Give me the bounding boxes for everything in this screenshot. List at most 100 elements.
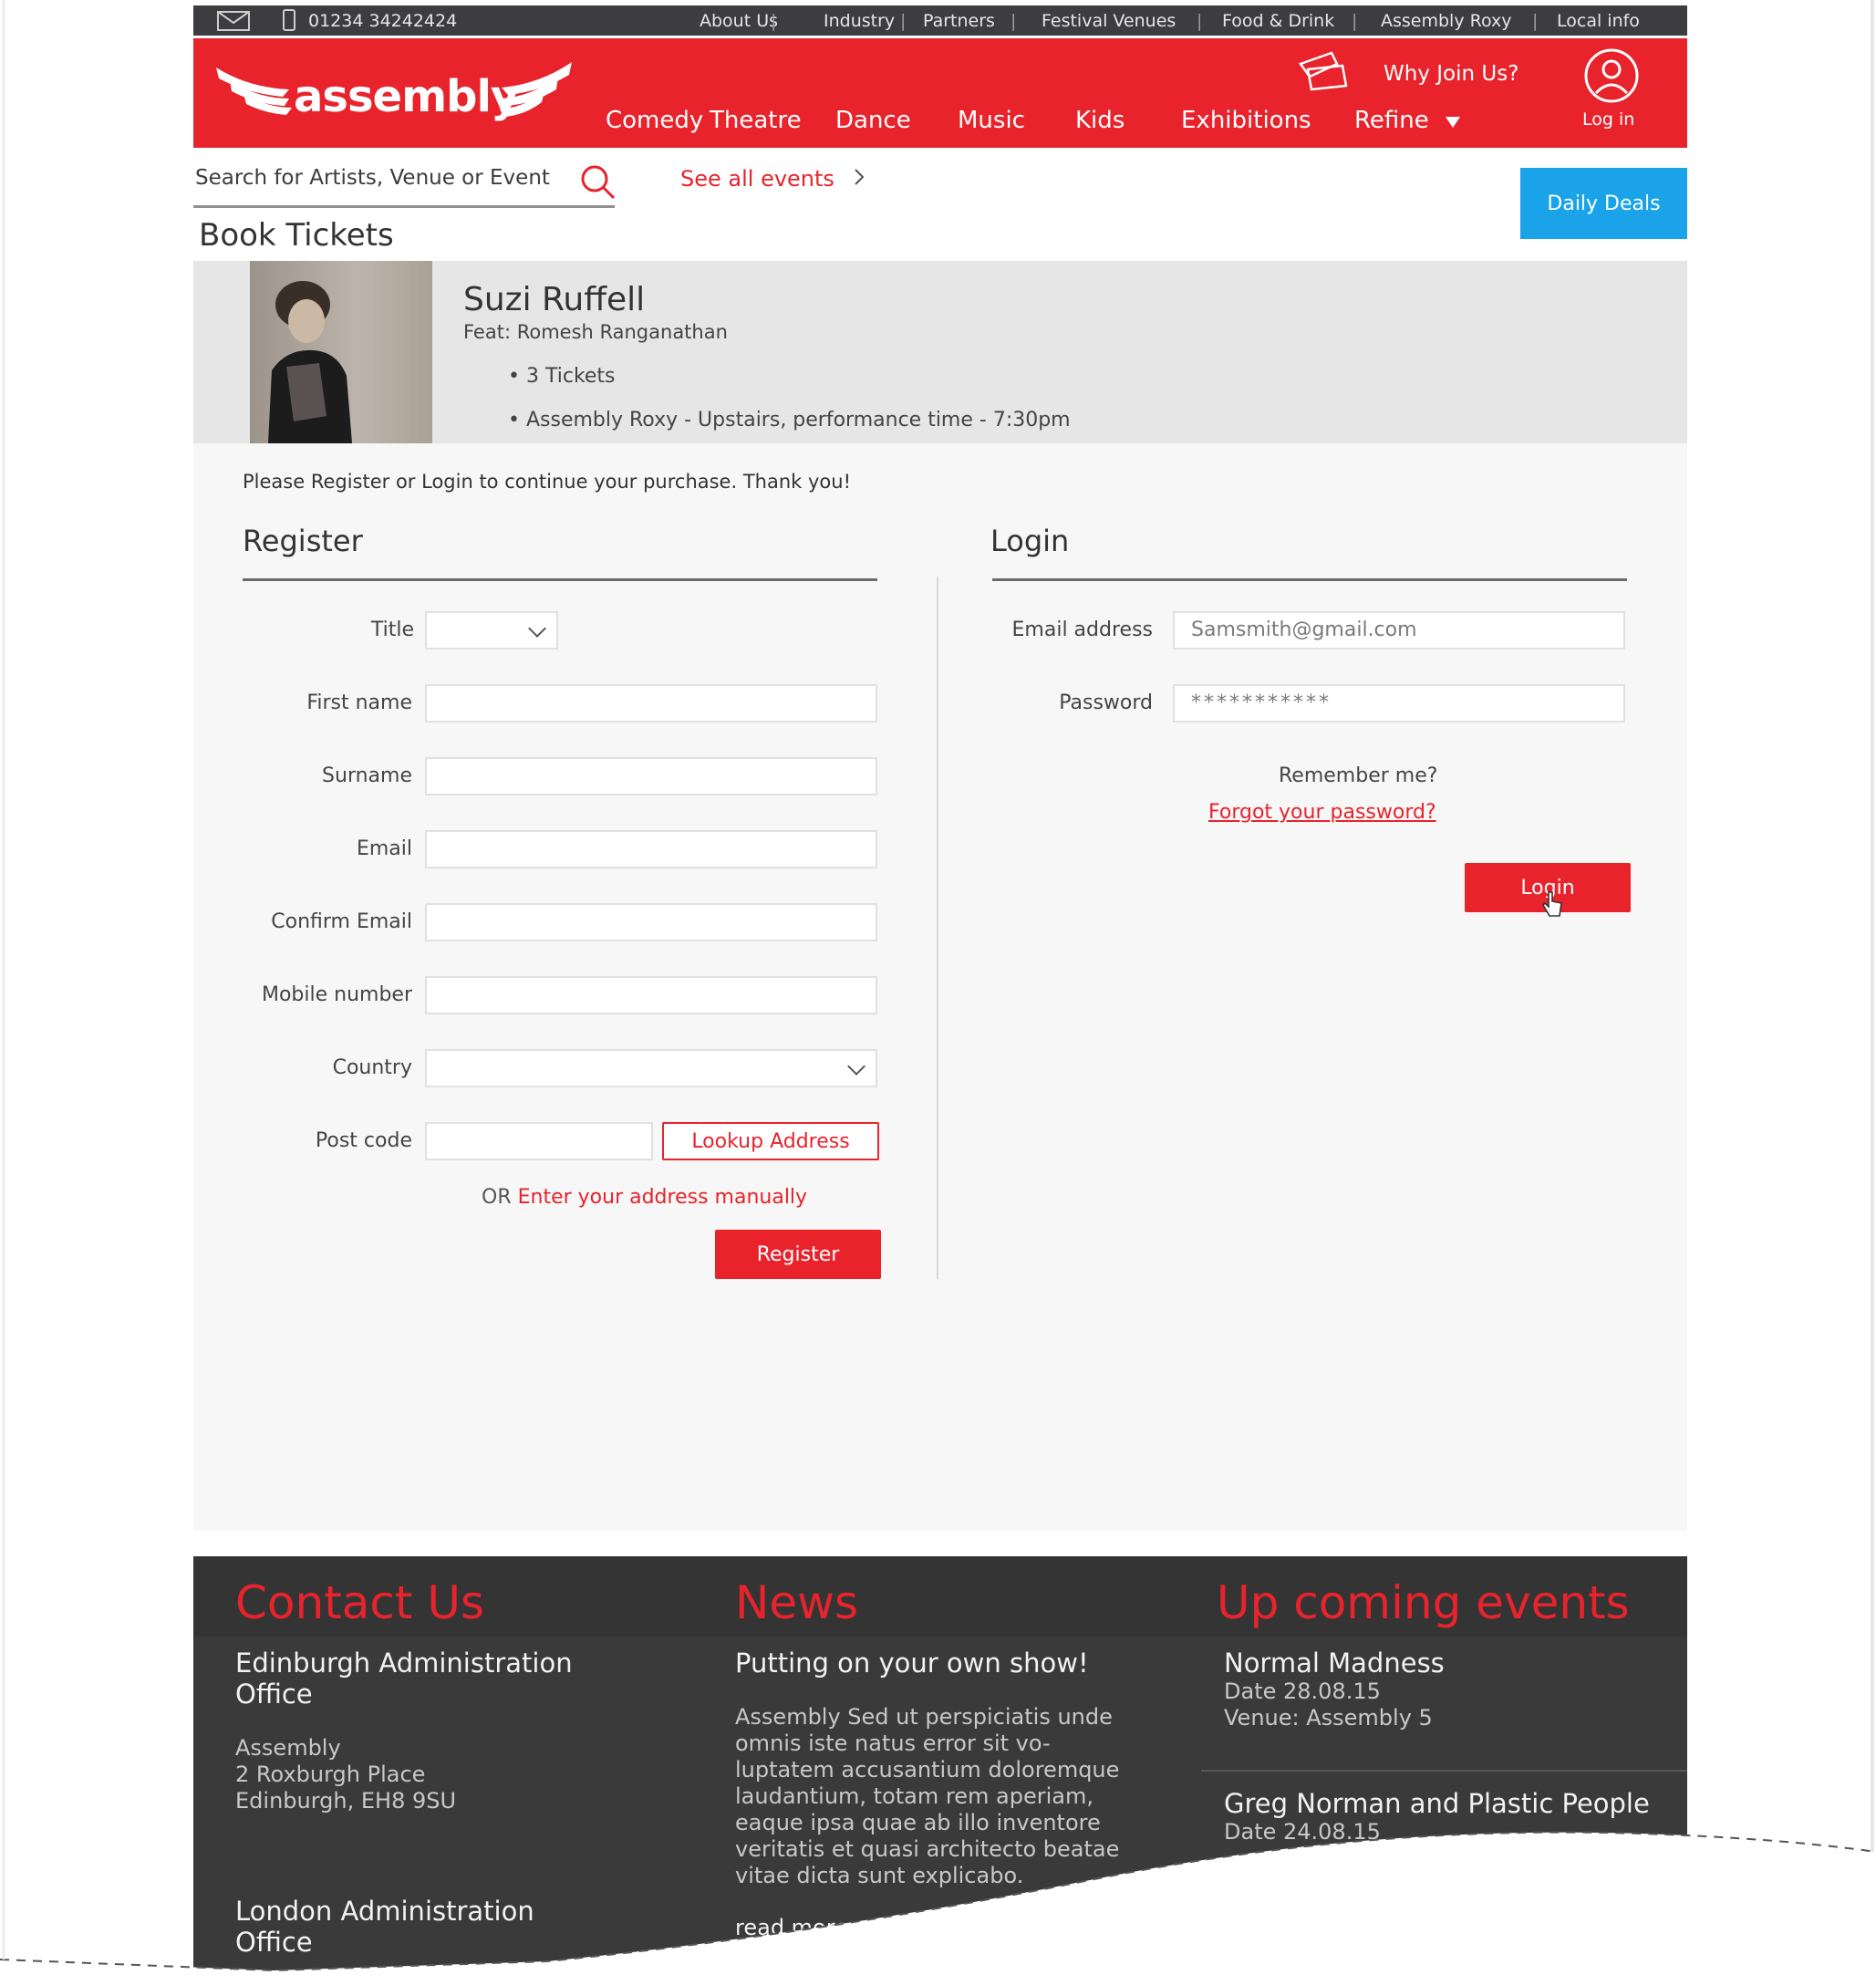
event-summary: Suzi Ruffell Feat: Romesh Ranganathan • … — [193, 261, 1687, 443]
mail-icon[interactable] — [217, 11, 250, 31]
postcode-label: Post code — [315, 1129, 412, 1152]
artist-photo — [250, 261, 432, 443]
search-icon[interactable] — [580, 164, 617, 201]
topbar-link-industry[interactable]: Industry — [824, 11, 895, 31]
nav-music[interactable]: Music — [958, 107, 1025, 134]
event-venue: • Assembly Roxy - Upstairs, performance … — [508, 409, 1071, 431]
title-label: Title — [370, 618, 414, 641]
event-tickets: • 3 Tickets — [508, 365, 616, 388]
manual-address-line: OR Enter your address manually — [482, 1186, 807, 1209]
page-title: Book Tickets — [199, 217, 394, 254]
first-name-label: First name — [306, 691, 412, 714]
artist-silhouette — [268, 281, 352, 443]
main-header: assembly Comedy Theatre Dance Music Kids… — [193, 38, 1687, 148]
event-2-date: Date 24.08.15 — [1224, 1819, 1381, 1845]
account-panel: Please Register or Login to continue you… — [193, 443, 1687, 1531]
nav-dance[interactable]: Dance — [835, 107, 911, 134]
edinburgh-office-title: Edinburgh Administration Office — [235, 1648, 573, 1710]
caret-down-icon — [1446, 117, 1461, 128]
enter-address-manually-link[interactable]: Enter your address manually — [518, 1186, 807, 1209]
page: 01234 34242424 About Us | Industry | Par… — [193, 5, 1687, 1975]
address-line-2: 2 Roxburgh Place — [235, 1762, 426, 1787]
postcode-field[interactable] — [425, 1122, 653, 1160]
event-featuring: Feat: Romesh Ranganathan — [463, 321, 728, 343]
surname-label: Surname — [322, 764, 412, 787]
daily-deals-button[interactable]: Daily Deals — [1520, 168, 1687, 239]
phone-icon — [283, 9, 295, 31]
divider: | — [1532, 11, 1539, 31]
nav-theatre[interactable]: Theatre — [710, 107, 802, 134]
country-select[interactable] — [425, 1049, 877, 1087]
mobile-field[interactable] — [425, 976, 877, 1014]
topbar-link-partners[interactable]: Partners — [923, 11, 995, 31]
divider: | — [1011, 11, 1017, 31]
login-divider — [992, 578, 1627, 581]
ticket-icon — [1299, 51, 1348, 91]
news-heading: News — [735, 1576, 859, 1629]
assembly-logo[interactable]: assembly — [212, 51, 576, 129]
see-all-events-link[interactable]: See all events — [680, 166, 865, 192]
see-all-label: See all events — [680, 166, 834, 192]
site-footer: Contact Us News Up coming events Edinbur… — [193, 1556, 1687, 1975]
topbar-link-local-info[interactable]: Local info — [1557, 11, 1640, 31]
login-email-field[interactable]: Samsmith@gmail.com — [1173, 611, 1625, 650]
column-divider — [937, 577, 938, 1279]
event-1-title[interactable]: Normal Madness — [1224, 1648, 1680, 1679]
confirm-email-field[interactable] — [425, 903, 877, 941]
nav-exhibitions[interactable]: Exhibitions — [1181, 107, 1311, 134]
intro-text: Please Register or Login to continue you… — [243, 471, 851, 493]
divider: | — [900, 11, 907, 31]
nav-kids[interactable]: Kids — [1075, 107, 1125, 134]
nav-refine[interactable]: Refine — [1354, 107, 1461, 134]
nav-refine-label: Refine — [1354, 107, 1429, 134]
nav-comedy[interactable]: Comedy — [606, 107, 703, 134]
divider: | — [1197, 11, 1203, 31]
event-artist-name: Suzi Ruffell — [463, 281, 646, 318]
topbar-link-festival-venues[interactable]: Festival Venues — [1042, 11, 1176, 31]
header-login-link[interactable]: Log in — [1582, 109, 1634, 130]
password-label: Password — [1059, 691, 1153, 714]
event-tickets-text: 3 Tickets — [525, 365, 616, 388]
first-name-field[interactable] — [425, 684, 877, 722]
remember-me-checkbox[interactable]: Remember me? — [1279, 764, 1437, 787]
title-select[interactable] — [425, 611, 558, 650]
confirm-email-label: Confirm Email — [271, 910, 412, 933]
events-divider — [1201, 1770, 1687, 1772]
password-field[interactable]: *********** — [1173, 684, 1625, 722]
mobile-label: Mobile number — [261, 983, 412, 1006]
event-venue-text: Assembly Roxy - Upstairs, performance ti… — [525, 409, 1071, 431]
login-heading: Login — [990, 524, 1070, 558]
brand-name: assembly — [294, 71, 519, 122]
chevron-down-icon — [847, 1057, 865, 1076]
forgot-password-link[interactable]: Forgot your password? — [1208, 801, 1436, 824]
phone-number: 01234 34242424 — [308, 11, 458, 31]
address-line-1: Assembly — [235, 1735, 341, 1761]
lookup-address-button[interactable]: Lookup Address — [662, 1122, 879, 1160]
read-more-link[interactable]: read more — [735, 1912, 848, 1943]
topbar-link-about[interactable]: About Us — [700, 11, 778, 31]
search-input[interactable]: Search for Artists, Venue or Event — [195, 166, 550, 190]
divider: | — [1352, 11, 1358, 31]
login-email-label: Email address — [1011, 618, 1153, 641]
top-utility-bar: 01234 34242424 About Us | Industry | Par… — [193, 5, 1687, 36]
email-field[interactable] — [425, 830, 877, 868]
register-divider — [243, 578, 877, 581]
search-bar[interactable]: Search for Artists, Venue or Event — [193, 159, 617, 208]
topbar-link-food-drink[interactable]: Food & Drink — [1222, 11, 1334, 31]
register-heading: Register — [243, 524, 363, 558]
user-icon[interactable] — [1583, 47, 1640, 104]
event-2-title[interactable]: Greg Norman and Plastic People — [1224, 1788, 1680, 1819]
news-title[interactable]: Putting on your own show! — [735, 1648, 1155, 1679]
events-heading: Up coming events — [1217, 1576, 1630, 1629]
why-join-link[interactable]: Why Join Us? — [1384, 62, 1518, 86]
topbar-link-assembly-roxy[interactable]: Assembly Roxy — [1381, 11, 1512, 31]
address-line-3: Edinburgh, EH8 9SU — [235, 1788, 457, 1814]
country-label: Country — [332, 1056, 412, 1079]
contact-heading: Contact Us — [235, 1576, 485, 1629]
chevron-down-icon — [528, 619, 546, 638]
event-1-venue: Venue: Assembly 5 — [1224, 1705, 1433, 1731]
register-button[interactable]: Register — [715, 1230, 881, 1279]
london-office-title: London Administration Office — [235, 1896, 534, 1958]
event-1-date: Date 28.08.15 — [1224, 1679, 1381, 1704]
surname-field[interactable] — [425, 757, 877, 795]
